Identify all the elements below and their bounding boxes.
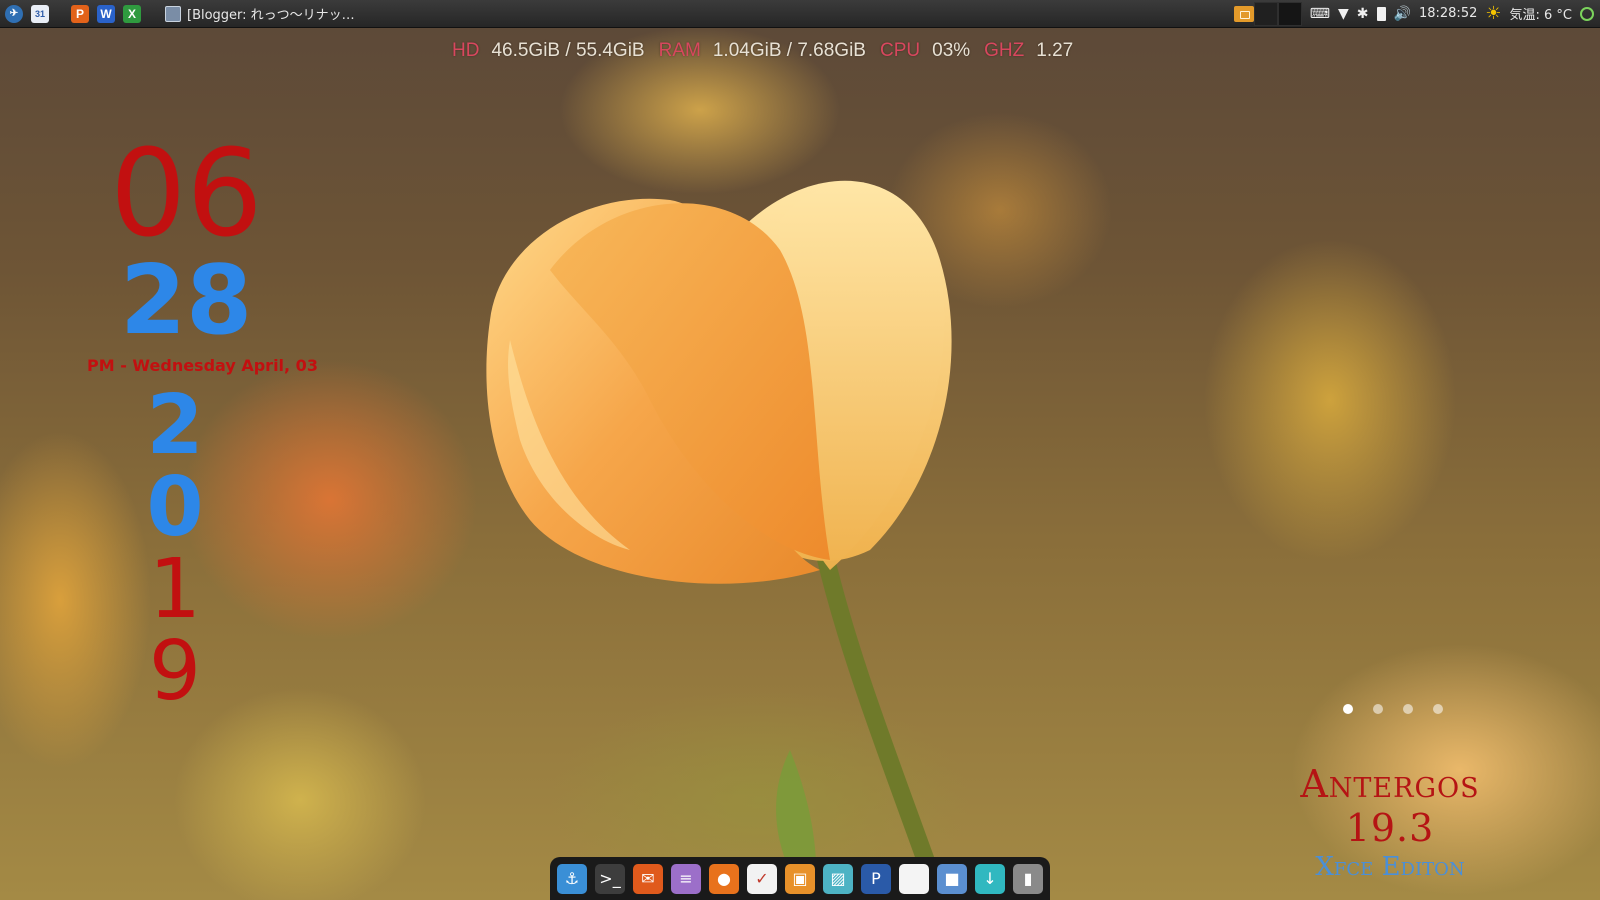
year-digit: 1 [148,542,202,637]
distro-subtitle: Xfce Editon [1315,852,1465,882]
system-tray: ⌨ ▼ ✱ 🔊 18:28:52 ☀ 気温: 6 °C [1233,1,1600,26]
screenshot-folder-icon[interactable] [1233,5,1254,22]
keyboard-icon[interactable]: ⌨ [1310,6,1330,22]
panel-clock[interactable]: 18:28:52 [1419,6,1477,21]
clock-year: 2 0 1 9 [125,385,225,713]
screenshot-icon[interactable]: ▣ [785,863,815,894]
wifi-icon[interactable]: ▼ [1338,6,1349,22]
year-digit: 9 [148,624,202,719]
antergos-menu-icon[interactable]: ✈ [5,4,23,23]
year-digit: 0 [146,460,204,555]
anchor-icon[interactable]: ⚓ [557,863,587,894]
workspace-dot[interactable] [1343,704,1353,714]
clock-minute: 28 [120,246,253,356]
logout-icon[interactable] [1580,6,1594,21]
software-update-icon[interactable]: ↓ [975,863,1005,894]
calendar-icon[interactable]: 31 [31,4,49,23]
paragraph-icon[interactable]: P [861,863,891,894]
ram-label: RAM [658,40,701,61]
package-icon[interactable]: ■ [937,863,967,894]
clock-hour: 06 [110,125,263,264]
wps-spreadsheet-icon[interactable]: X [123,4,141,23]
battery-icon[interactable] [1376,6,1386,21]
cpu-value: 03% [932,40,971,61]
workspace-dot[interactable] [1373,704,1383,714]
text-editor-icon[interactable]: ≡ [671,863,701,894]
wps-writer-icon[interactable]: W [97,4,115,23]
ghz-value: 1.27 [1036,40,1074,61]
distro-title: Antergos 19.3 [1300,762,1480,850]
workspace-dot[interactable] [1403,704,1413,714]
workspace-switcher-1[interactable] [1253,1,1278,26]
dock: ⚓ >_ ✉ ≡ ● ✓ ▣ ▨ P ■ ↓ ▮ [550,857,1050,900]
tulip-wallpaper-image [486,180,952,900]
settings-gear-icon[interactable]: ✱ [1357,6,1369,22]
document-icon[interactable] [899,863,929,894]
image-viewer-icon[interactable]: ▨ [823,863,853,894]
task-manager-icon[interactable]: ✓ [747,863,777,894]
desktop[interactable]: ✈ 31 P W X [Blogger: れっつ〜リナッ… ⌨ ▼ ✱ 🔊 18… [0,0,1600,900]
distro-branding: Antergos 19.3 Xfce Editon [1250,762,1530,882]
mail-icon[interactable]: ✉ [633,863,663,894]
workspace-switcher-2[interactable] [1277,1,1302,26]
taskbar-window-title: [Blogger: れっつ〜リナッ… [187,8,355,23]
weather-sun-icon[interactable]: ☀ [1485,3,1501,24]
firefox-icon[interactable]: ● [709,863,739,894]
volume-icon[interactable]: 🔊 [1394,6,1411,22]
terminal-icon[interactable]: >_ [595,863,625,894]
cpu-label: CPU [880,40,921,61]
clock-date: PM - Wednesday April, 03 [87,356,318,375]
ghz-label: GHZ [984,40,1025,61]
hd-value: 46.5GiB / 55.4GiB [491,40,645,61]
hd-label: HD [452,40,480,61]
top-panel: ✈ 31 P W X [Blogger: れっつ〜リナッ… ⌨ ▼ ✱ 🔊 18… [0,0,1600,28]
wps-presentation-icon[interactable]: P [71,4,89,23]
trash-icon[interactable]: ▮ [1013,863,1043,894]
browser-window-icon [165,5,181,22]
taskbar-window-button[interactable]: [Blogger: れっつ〜リナッ… [165,4,355,23]
year-digit: 2 [146,378,204,473]
system-monitor: HD 46.5GiB / 55.4GiB RAM 1.04GiB / 7.68GiB C… [452,40,1087,62]
workspace-dots [1343,704,1443,714]
weather-temperature[interactable]: 気温: 6 °C [1510,4,1573,23]
workspace-dot[interactable] [1433,704,1443,714]
ram-value: 1.04GiB / 7.68GiB [712,40,866,61]
